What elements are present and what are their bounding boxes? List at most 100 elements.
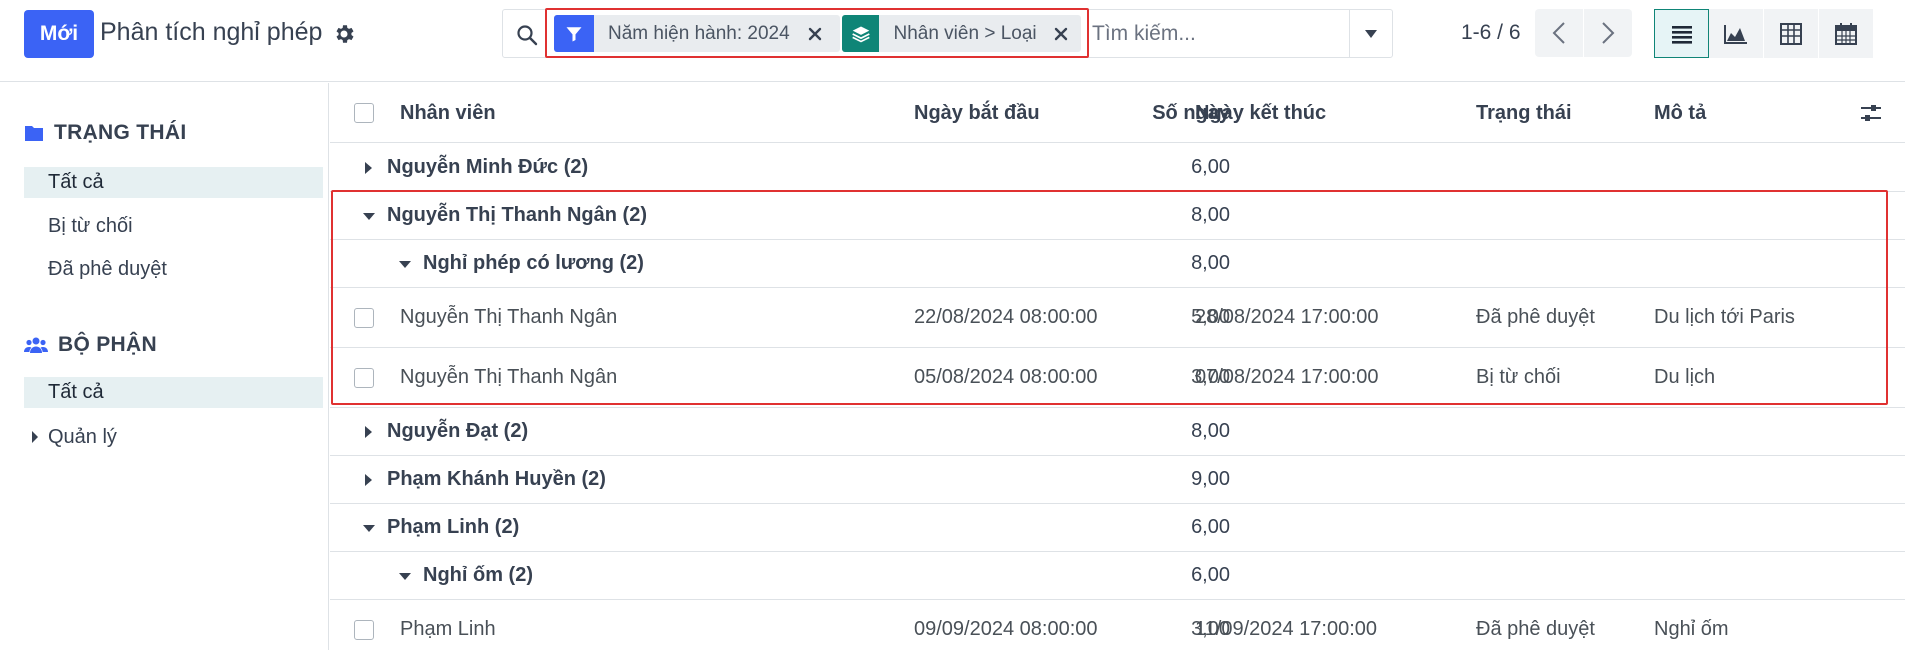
cell-end-date: 28/08/2024 17:00:00 — [1195, 306, 1379, 328]
group-days-total: 8,00 — [810, 252, 1230, 275]
pager-value[interactable]: 1-6 / 6 — [1461, 21, 1521, 45]
group-days-total: 9,00 — [810, 468, 1230, 491]
caret-right-icon — [365, 474, 372, 486]
column-header-end-date[interactable]: Ngày kết thúc — [1195, 102, 1326, 125]
pivot-view-button[interactable] — [1764, 9, 1819, 58]
group-label: Nghỉ phép có lương (2) — [423, 252, 644, 274]
column-header-state[interactable]: Trạng thái — [1476, 102, 1572, 125]
group-row[interactable]: Nguyễn Đạt (2) 8,00 — [330, 408, 1905, 456]
status-filter-refused[interactable]: Bị từ chối — [24, 211, 323, 242]
caret-down-icon — [1365, 29, 1377, 38]
caret-down-icon — [399, 261, 411, 268]
filter-label: Bị từ chối — [48, 215, 133, 237]
list-view-button[interactable] — [1654, 9, 1709, 58]
group-row[interactable]: Nguyễn Minh Đức (2) 6,00 — [330, 144, 1905, 192]
filter-label: Tất cả — [48, 381, 104, 403]
status-filter-approved[interactable]: Đã phê duyệt — [24, 254, 323, 285]
search-icon[interactable] — [515, 23, 539, 47]
column-header-description[interactable]: Mô tả — [1654, 102, 1706, 125]
group-row[interactable]: Phạm Linh (2) 6,00 — [330, 504, 1905, 552]
group-row[interactable]: Phạm Khánh Huyền (2) 9,00 — [330, 456, 1905, 504]
cell-employee: Nguyễn Thị Thanh Ngân — [400, 366, 618, 388]
group-days-value: 9,00 — [1191, 468, 1230, 490]
row-checkbox[interactable] — [354, 620, 374, 640]
users-icon — [24, 337, 48, 353]
filter-label: Đã phê duyệt — [48, 258, 167, 280]
row-checkbox[interactable] — [354, 308, 374, 328]
new-button[interactable]: Mới — [24, 10, 94, 58]
filter-label: Quản lý — [48, 426, 117, 448]
groupby-facet-label: Nhân viên > Loại — [893, 22, 1037, 44]
chevron-right-icon — [1602, 22, 1615, 44]
search-bar[interactable]: Năm hiện hành: 2024 Nhân viên > Loại — [502, 9, 1393, 58]
group-days-value: 6,00 — [1191, 516, 1230, 538]
cell-employee: Phạm Linh — [400, 618, 496, 640]
layers-icon — [842, 15, 880, 52]
group-row[interactable]: Nguyễn Thị Thanh Ngân (2) 8,00 — [330, 192, 1905, 240]
group-label: Phạm Khánh Huyền (2) — [387, 468, 606, 490]
column-header-employee[interactable]: Nhân viên — [400, 102, 496, 125]
select-all-checkbox[interactable] — [354, 103, 374, 123]
department-filter-all[interactable]: Tất cả — [24, 377, 323, 408]
filter-facet: Năm hiện hành: 2024 — [554, 15, 840, 52]
sliders-icon[interactable] — [1859, 101, 1883, 125]
caret-right-icon — [365, 426, 372, 438]
group-days-value: 8,00 — [1191, 420, 1230, 442]
remove-facet-close-icon[interactable] — [1049, 21, 1073, 47]
caret-down-icon — [363, 213, 375, 220]
subgroup-row[interactable]: Nghỉ ốm (2) 6,00 — [330, 552, 1905, 600]
department-filter-management[interactable]: Quản lý — [24, 422, 323, 453]
group-days-value: 6,00 — [1191, 156, 1230, 178]
table-row[interactable]: Phạm Linh 3,00 09/09/2024 08:00:00 11/09/20… — [330, 600, 1905, 650]
group-days-total: 6,00 — [810, 564, 1230, 587]
search-panel: TRẠNG THÁI Tất cả Bị từ chối Đã phê duyệ… — [0, 83, 329, 650]
list-icon — [1671, 25, 1692, 44]
table-icon — [1780, 22, 1802, 45]
graph-view-button[interactable] — [1709, 9, 1764, 58]
group-days-total: 8,00 — [810, 420, 1230, 443]
view-switcher — [1654, 9, 1874, 58]
cell-start-date: 09/09/2024 08:00:00 — [914, 618, 1098, 640]
cell-description: Du lịch — [1654, 366, 1716, 388]
group-label: Nghỉ ốm (2) — [423, 564, 533, 586]
table-header: Nhân viên Số ngày Ngày bắt đầu Ngày kết … — [330, 83, 1905, 143]
gear-icon[interactable] — [332, 22, 356, 46]
pager-previous-button[interactable] — [1535, 9, 1583, 57]
cell-end-date: 07/08/2024 17:00:00 — [1195, 366, 1379, 388]
group-label: Nguyễn Đạt (2) — [387, 420, 529, 442]
search-input[interactable] — [1092, 16, 1342, 52]
group-days-value: 6,00 — [1191, 564, 1230, 586]
cell-end-date: 11/09/2024 17:00:00 — [1195, 618, 1378, 640]
table-row[interactable]: Nguyễn Thị Thanh Ngân 5,00 22/08/2024 08:0… — [330, 288, 1905, 348]
cell-state: Đã phê duyệt — [1476, 306, 1595, 328]
cell-state: Đã phê duyệt — [1476, 618, 1595, 640]
section-header-department: BỘ PHẬN — [24, 333, 157, 357]
calendar-icon — [1835, 22, 1857, 45]
group-days-value: 8,00 — [1191, 204, 1230, 226]
row-checkbox[interactable] — [354, 368, 374, 388]
caret-down-icon — [363, 525, 375, 532]
section-title: TRẠNG THÁI — [54, 121, 187, 144]
section-header-status: TRẠNG THÁI — [24, 121, 187, 145]
folder-icon — [25, 126, 43, 141]
group-label: Nguyễn Minh Đức (2) — [387, 156, 589, 178]
status-filter-all[interactable]: Tất cả — [24, 167, 323, 198]
search-options-toggle[interactable] — [1349, 10, 1392, 57]
filter-facet-label: Năm hiện hành: 2024 — [608, 22, 790, 44]
remove-facet-close-icon[interactable] — [802, 21, 828, 47]
caret-right-icon — [365, 162, 372, 174]
pager-next-button[interactable] — [1584, 9, 1632, 57]
filter-icon — [554, 15, 594, 52]
group-label: Nguyễn Thị Thanh Ngân (2) — [387, 204, 647, 226]
control-panel: Mới Phân tích nghỉ phép Năm hiện hành: 2… — [0, 0, 1905, 82]
caret-down-icon — [399, 573, 411, 580]
cell-employee: Nguyễn Thị Thanh Ngân — [400, 306, 618, 328]
group-label: Phạm Linh (2) — [387, 516, 520, 538]
groupby-facet: Nhân viên > Loại — [842, 15, 1081, 52]
table-row[interactable]: Nguyễn Thị Thanh Ngân 3,00 05/08/2024 08:0… — [330, 348, 1905, 408]
column-header-start-date[interactable]: Ngày bắt đầu — [914, 102, 1040, 125]
group-days-total: 6,00 — [810, 156, 1230, 179]
calendar-view-button[interactable] — [1819, 9, 1874, 58]
cell-start-date: 22/08/2024 08:00:00 — [914, 306, 1098, 328]
subgroup-row[interactable]: Nghỉ phép có lương (2) 8,00 — [330, 240, 1905, 288]
